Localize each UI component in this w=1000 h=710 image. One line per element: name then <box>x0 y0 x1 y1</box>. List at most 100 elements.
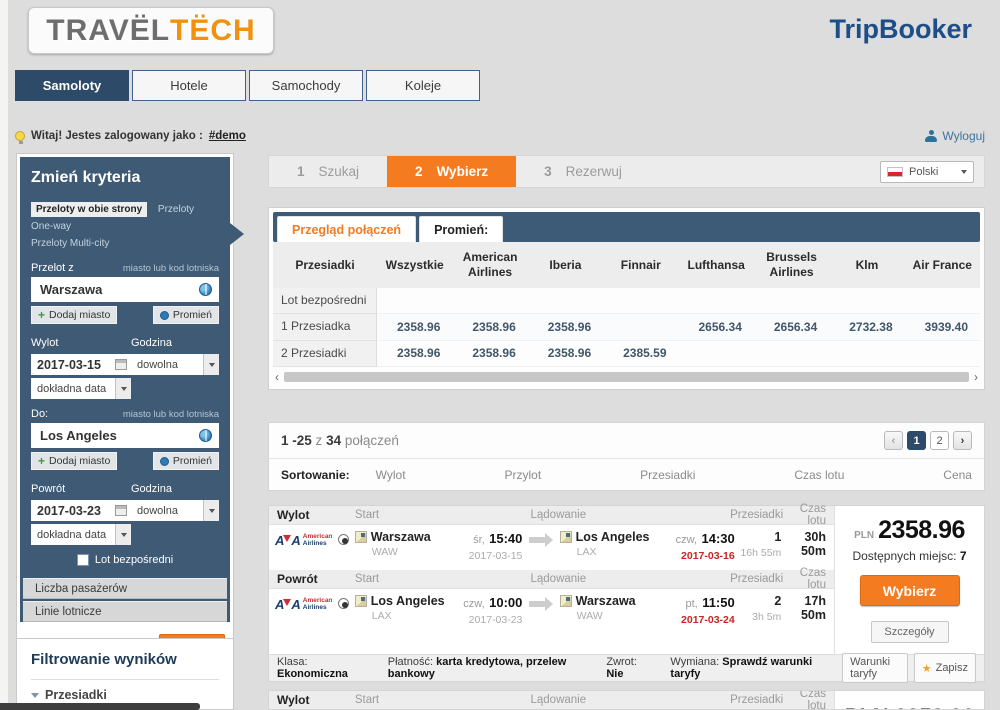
tab-koleje[interactable]: Koleje <box>366 70 480 101</box>
add-city-button[interactable]: + Dodaj miasto <box>31 452 118 470</box>
step-book[interactable]: 3 Rezerwuj <box>516 156 650 187</box>
return-arr-time: 11:50 <box>702 595 735 610</box>
matrix-price-cell[interactable] <box>678 341 754 368</box>
airline-name-2: Airlines <box>302 603 327 611</box>
calendar-icon[interactable] <box>115 359 127 370</box>
logged-user-link[interactable]: #demo <box>209 130 246 142</box>
matrix-price-cell[interactable] <box>452 288 528 315</box>
return-from-code: LAX <box>371 610 392 622</box>
matrix-price-cell[interactable]: 2656.34 <box>753 314 830 341</box>
arrow-right-icon <box>529 597 554 611</box>
tab-radius[interactable]: Promień: <box>419 216 504 242</box>
return-arr-day: pt, <box>685 598 698 610</box>
sort-by-stops[interactable]: Przesiadki <box>640 468 695 482</box>
passengers-accordion[interactable]: Liczba pasażerów <box>23 578 227 599</box>
outbound-arr-date: 2017-03-16 <box>681 550 735 562</box>
outbound-arr-time: 14:30 <box>701 531 735 546</box>
matrix-price-cell[interactable]: 2358.96 <box>527 341 604 368</box>
outbound-flight-row: AA American Airlines Warszawa WAW śr, 15… <box>269 525 834 570</box>
horizontal-scrollbar-thumb[interactable] <box>0 703 200 710</box>
sort-by-price[interactable]: Cena <box>943 468 972 482</box>
matrix-price-cell[interactable] <box>829 288 905 315</box>
return-exact-date-select[interactable]: dokładna data <box>31 524 131 545</box>
from-label: Przelot z <box>31 262 74 274</box>
trip-type-roundtrip[interactable]: Przeloty w obie strony <box>31 202 148 217</box>
step-search[interactable]: 1 Szukaj <box>269 156 387 187</box>
from-city-input[interactable]: Warszawa <box>31 277 219 302</box>
matrix-price-cell[interactable] <box>603 288 679 315</box>
return-radio-selected[interactable] <box>338 598 350 609</box>
radius-button[interactable]: Promień <box>152 306 219 324</box>
return-to-code: WAW <box>576 610 603 622</box>
trip-type-multicity[interactable]: Przeloty Multi-city <box>31 238 109 249</box>
tab-connections-overview[interactable]: Przegląd połączeń <box>277 216 417 242</box>
tab-samoloty[interactable]: Samoloty <box>15 70 129 101</box>
matrix-price-cell[interactable] <box>603 314 679 341</box>
step-label: Wybierz <box>436 164 489 179</box>
matrix-price-cell[interactable]: 2358.96 <box>452 341 528 368</box>
calendar-icon[interactable] <box>115 505 127 516</box>
tab-hotele[interactable]: Hotele <box>132 70 246 101</box>
connections-matrix-panel: Przegląd połączeń Promień: Przesiadki Ws… <box>268 207 985 391</box>
page-2-button[interactable]: 2 <box>930 431 949 450</box>
matrix-row-direct: Lot bezpośredni <box>273 288 980 315</box>
matrix-price-cell[interactable]: 2358.96 <box>377 314 453 341</box>
matrix-price-cell[interactable]: 2385.59 <box>603 341 679 368</box>
airline-name-2: Airlines <box>302 539 327 547</box>
matrix-price-cell[interactable] <box>377 288 453 315</box>
matrix-price-cell[interactable] <box>753 288 830 315</box>
sort-by-arrival[interactable]: Przylot <box>504 468 541 482</box>
matrix-price-cell[interactable]: 2358.96 <box>452 314 528 341</box>
radius-button[interactable]: Promień <box>152 452 219 470</box>
scroll-right-icon[interactable]: › <box>974 371 978 383</box>
save-button[interactable]: ★ Zapisz <box>913 653 976 683</box>
return-date-value: 2017-03-23 <box>37 503 101 518</box>
city-map-icon <box>559 595 572 607</box>
sort-by-duration[interactable]: Czas lotu <box>794 468 844 482</box>
matrix-price-cell[interactable] <box>904 341 980 368</box>
return-date-input[interactable]: 2017-03-23 <box>31 500 131 521</box>
matrix-row-label: 1 Przesiadka <box>273 314 377 341</box>
filter-stops-label: Przesiadki <box>45 688 107 702</box>
page-prev-button[interactable]: ‹ <box>884 431 903 450</box>
city-map-icon <box>559 531 572 543</box>
fare-conditions-button[interactable]: Warunki taryfy <box>842 653 908 683</box>
matrix-price-cell[interactable]: 2358.96 <box>527 314 604 341</box>
depart-time-select[interactable]: dowolna <box>131 354 219 375</box>
matrix-price-cell[interactable]: 2656.34 <box>678 314 754 341</box>
to-city-input[interactable]: Los Angeles <box>31 423 219 448</box>
scroll-left-icon[interactable]: ‹ <box>275 371 279 383</box>
fare-exchange-link[interactable]: Wymiana: Sprawdź warunki taryfy <box>670 656 822 680</box>
matrix-price-cell[interactable] <box>753 341 830 368</box>
matrix-price-cell[interactable] <box>527 288 604 315</box>
page-1-button[interactable]: 1 <box>907 431 926 450</box>
american-airlines-icon: AA <box>275 597 301 612</box>
direct-flight-checkbox[interactable] <box>76 554 89 566</box>
tab-samochody[interactable]: Samochody <box>249 70 363 101</box>
language-dropdown[interactable]: Polski <box>880 160 974 183</box>
select-flight-button[interactable]: Wybierz <box>859 575 960 606</box>
filter-stops-toggle[interactable]: Przesiadki <box>31 688 219 702</box>
scrollbar-thumb[interactable] <box>284 372 969 383</box>
landing-label: Lądowanie <box>530 509 587 521</box>
airlines-accordion[interactable]: Linie lotnicze <box>23 601 227 622</box>
matrix-col-header: Finnair <box>620 257 661 272</box>
matrix-price-cell[interactable]: 2732.38 <box>829 314 905 341</box>
matrix-price-cell[interactable] <box>904 288 980 315</box>
logout-label: Wyloguj <box>942 129 985 143</box>
depart-date-input[interactable]: 2017-03-15 <box>31 354 131 375</box>
add-city-button[interactable]: + Dodaj miasto <box>31 306 118 324</box>
matrix-price-cell[interactable] <box>678 288 754 315</box>
outbound-stop-time: 16h 55m <box>740 547 782 559</box>
page-next-button[interactable]: › <box>953 431 972 450</box>
outbound-radio-selected[interactable] <box>338 534 350 545</box>
matrix-price-cell[interactable] <box>829 341 905 368</box>
sort-by-departure[interactable]: Wylot <box>376 468 406 482</box>
return-time-select[interactable]: dowolna <box>131 500 219 521</box>
logout-button[interactable]: Wyloguj <box>925 129 985 143</box>
step-select[interactable]: 2 Wybierz <box>387 156 517 187</box>
matrix-price-cell[interactable]: 2358.96 <box>377 341 453 368</box>
matrix-price-cell[interactable]: 3939.40 <box>904 314 980 341</box>
depart-exact-date-select[interactable]: dokładna data <box>31 378 131 399</box>
details-button[interactable]: Szczegóły <box>870 621 949 643</box>
